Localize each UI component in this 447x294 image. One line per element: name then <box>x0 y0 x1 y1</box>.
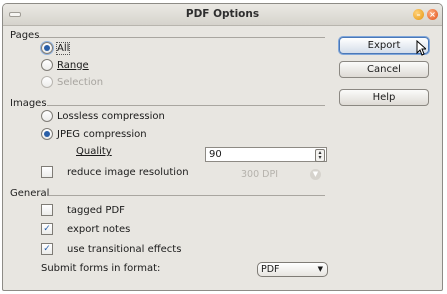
reduce-resolution-checkbox[interactable] <box>41 166 53 178</box>
dialog-title: PDF Options <box>185 8 260 20</box>
help-button[interactable]: Help <box>339 89 429 106</box>
checkbox-label: export notes <box>67 223 131 235</box>
radio-lossless-compression[interactable]: Lossless compression <box>41 110 165 122</box>
radio-button[interactable] <box>41 128 53 140</box>
tagged-pdf-checkbox[interactable] <box>41 204 53 216</box>
close-icon[interactable]: × <box>427 9 438 20</box>
spin-arrows-icon[interactable]: ▴ ▾ <box>315 149 325 162</box>
radio-button[interactable] <box>41 42 53 54</box>
dpi-value: 300 DPI <box>241 169 278 180</box>
radio-button[interactable] <box>41 59 53 71</box>
images-divider <box>47 105 325 106</box>
title-bar[interactable]: PDF Options – × <box>3 4 442 26</box>
submit-format-select[interactable]: PDF ▼ <box>257 262 328 277</box>
radio-pages-selection: Selection <box>41 76 103 88</box>
submit-format-label: Submit forms in format: <box>41 263 160 274</box>
radio-pages-all[interactable]: All <box>41 41 71 55</box>
images-heading: Images <box>10 98 47 109</box>
reduce-resolution-option[interactable]: reduce image resolution <box>41 166 189 178</box>
radio-label: Selection <box>57 76 104 88</box>
export-notes-checkbox[interactable]: ✓ <box>41 223 53 235</box>
submit-format-text: Submit forms in format: <box>41 263 161 274</box>
quality-label-text: Quality <box>76 146 112 157</box>
general-divider <box>49 195 325 196</box>
quality-value: 90 <box>209 149 222 160</box>
radio-jpeg-compression[interactable]: JPEG compression <box>41 128 147 140</box>
radio-label: Range <box>57 59 89 71</box>
radio-label: Lossless compression <box>57 110 165 122</box>
pdf-options-dialog: PDF Options – × Pages All Range Selectio… <box>2 3 443 291</box>
export-notes-option[interactable]: ✓ export notes <box>41 223 130 235</box>
cancel-button[interactable]: Cancel <box>339 61 429 78</box>
checkbox-label: reduce image resolution <box>67 166 189 178</box>
submit-format-value: PDF <box>261 264 280 275</box>
radio-label: JPEG compression <box>57 128 147 140</box>
quality-label: Quality <box>76 146 112 157</box>
transitional-effects-checkbox[interactable]: ✓ <box>41 243 53 255</box>
pages-heading: Pages <box>10 30 40 41</box>
radio-label: All <box>55 41 71 55</box>
general-heading: General <box>10 188 50 199</box>
radio-button <box>41 76 53 88</box>
quality-spinbox[interactable]: 90 ▴ ▾ <box>205 147 327 162</box>
tagged-pdf-option[interactable]: tagged PDF <box>41 204 125 216</box>
pages-divider <box>39 37 325 38</box>
radio-pages-range[interactable]: Range <box>41 59 89 71</box>
radio-button[interactable] <box>41 110 53 122</box>
checkbox-label: use transitional effects <box>67 243 182 255</box>
transitional-effects-option[interactable]: ✓ use transitional effects <box>41 243 181 255</box>
checkbox-label: tagged PDF <box>67 204 125 216</box>
chevron-down-icon: ▼ <box>317 265 323 273</box>
mouse-pointer-icon <box>416 40 426 56</box>
dpi-dropdown-icon: ▼ <box>310 169 321 180</box>
minimize-icon[interactable]: – <box>413 9 424 20</box>
